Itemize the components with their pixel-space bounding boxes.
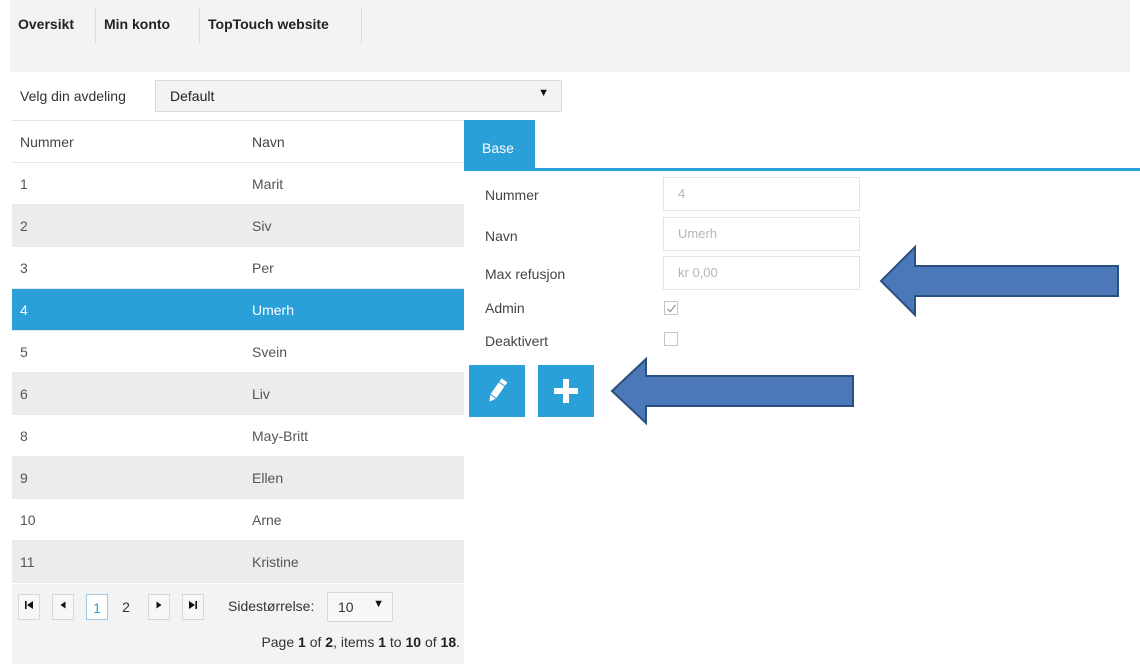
nummer-label: Nummer bbox=[485, 187, 539, 203]
cell-navn: Siv bbox=[252, 218, 272, 234]
grid-header-row: Nummer Navn bbox=[12, 121, 464, 163]
caret-down-icon: ▼ bbox=[538, 87, 549, 99]
cell-navn: Umerh bbox=[252, 302, 295, 318]
edit-button[interactable] bbox=[469, 365, 525, 417]
table-row[interactable]: 3 Per bbox=[12, 247, 464, 289]
nav-tab-min-konto[interactable]: Min konto bbox=[96, 8, 200, 44]
pager-info: Page 1 of 2, items 1 to 10 of 18. bbox=[261, 634, 460, 650]
nummer-field[interactable]: 4 bbox=[663, 177, 860, 211]
cell-nummer: 10 bbox=[20, 512, 36, 528]
pencil-icon bbox=[489, 378, 508, 402]
cell-nummer: 11 bbox=[20, 554, 35, 570]
employee-grid: Nummer Navn 1 Marit 2 Siv 3 Per 4 Umerh … bbox=[12, 120, 464, 583]
caret-down-icon: ▼ bbox=[373, 598, 384, 610]
pager-info-text: to bbox=[386, 634, 406, 650]
admin-label: Admin bbox=[485, 300, 525, 316]
pager-info-pages: 2 bbox=[325, 634, 334, 650]
table-row-selected[interactable]: 4 Umerh bbox=[12, 289, 464, 331]
top-navigation: Oversikt Min konto TopTouch website bbox=[10, 0, 1130, 72]
cell-navn: Svein bbox=[252, 344, 288, 360]
cell-nummer: 6 bbox=[20, 386, 28, 402]
deaktivert-label: Deaktivert bbox=[485, 333, 549, 349]
plus-icon bbox=[554, 379, 578, 403]
checkmark-icon bbox=[667, 304, 677, 313]
pager-info-page: 1 bbox=[298, 634, 306, 650]
admin-checkbox[interactable] bbox=[664, 301, 678, 315]
department-dropdown[interactable]: Default ▼ bbox=[155, 80, 562, 112]
department-selected-value: Default bbox=[170, 88, 215, 104]
cell-navn: Marit bbox=[252, 176, 284, 192]
cell-navn: Kristine bbox=[252, 554, 299, 570]
previous-page-icon[interactable] bbox=[52, 594, 74, 620]
cell-nummer: 9 bbox=[20, 470, 28, 486]
pager-info-text: of bbox=[421, 634, 441, 650]
page-size-value: 10 bbox=[338, 599, 354, 615]
table-row[interactable]: 11 Kristine bbox=[12, 541, 464, 583]
pager-info-text: . bbox=[456, 634, 460, 650]
next-page-icon[interactable] bbox=[148, 594, 170, 620]
cell-navn: Per bbox=[252, 260, 274, 276]
max-refusjon-label: Max refusjon bbox=[485, 266, 566, 282]
navn-label: Navn bbox=[485, 228, 518, 244]
navn-field[interactable]: Umerh bbox=[663, 217, 860, 251]
pager-info-text: , items bbox=[333, 634, 379, 650]
column-header-nummer[interactable]: Nummer bbox=[20, 134, 74, 150]
pager: 1 2 Sidestørrelse: 10 ▼ Page 1 of 2, ite… bbox=[12, 584, 464, 664]
column-header-navn[interactable]: Navn bbox=[252, 134, 285, 150]
tab-underline bbox=[464, 168, 1140, 171]
pager-info-to: 10 bbox=[405, 634, 422, 650]
cell-nummer: 8 bbox=[20, 428, 28, 444]
cell-nummer: 2 bbox=[20, 218, 28, 234]
tab-base[interactable]: Base bbox=[464, 120, 535, 170]
page-number[interactable]: 2 bbox=[115, 594, 137, 620]
annotation-arrow-left-icon bbox=[879, 244, 1119, 318]
department-label: Velg din avdeling bbox=[20, 88, 126, 104]
pager-info-text: Page bbox=[261, 634, 299, 650]
page-number-current[interactable]: 1 bbox=[86, 594, 108, 620]
table-row[interactable]: 1 Marit bbox=[12, 163, 464, 205]
cell-nummer: 5 bbox=[20, 344, 28, 360]
pager-info-from: 1 bbox=[378, 634, 387, 650]
cell-navn: Liv bbox=[252, 386, 270, 402]
max-refusjon-field[interactable]: kr 0,00 bbox=[663, 256, 860, 290]
deaktivert-checkbox[interactable] bbox=[664, 332, 678, 346]
cell-nummer: 3 bbox=[20, 260, 28, 276]
table-row[interactable]: 2 Siv bbox=[12, 205, 464, 247]
nav-tab-toptouch-website[interactable]: TopTouch website bbox=[200, 8, 362, 44]
table-row[interactable]: 8 May-Britt bbox=[12, 415, 464, 457]
first-page-icon[interactable] bbox=[18, 594, 40, 620]
table-row[interactable]: 10 Arne bbox=[12, 499, 464, 541]
page-size-dropdown[interactable]: 10 ▼ bbox=[327, 592, 393, 622]
table-row[interactable]: 9 Ellen bbox=[12, 457, 464, 499]
pager-info-text: of bbox=[305, 634, 326, 650]
cell-nummer: 1 bbox=[20, 176, 28, 192]
table-row[interactable]: 6 Liv bbox=[12, 373, 464, 415]
cell-navn: Arne bbox=[252, 512, 282, 528]
table-row[interactable]: 5 Svein bbox=[12, 331, 464, 373]
cell-navn: Ellen bbox=[252, 470, 284, 486]
pager-info-total: 18 bbox=[440, 634, 457, 650]
annotation-arrow-left-icon bbox=[610, 356, 854, 426]
nav-tab-oversikt[interactable]: Oversikt bbox=[10, 8, 96, 44]
cell-nummer: 4 bbox=[20, 302, 28, 318]
page-size-label: Sidestørrelse: bbox=[228, 598, 315, 614]
last-page-icon[interactable] bbox=[182, 594, 204, 620]
cell-navn: May-Britt bbox=[252, 428, 308, 444]
add-button[interactable] bbox=[538, 365, 594, 417]
